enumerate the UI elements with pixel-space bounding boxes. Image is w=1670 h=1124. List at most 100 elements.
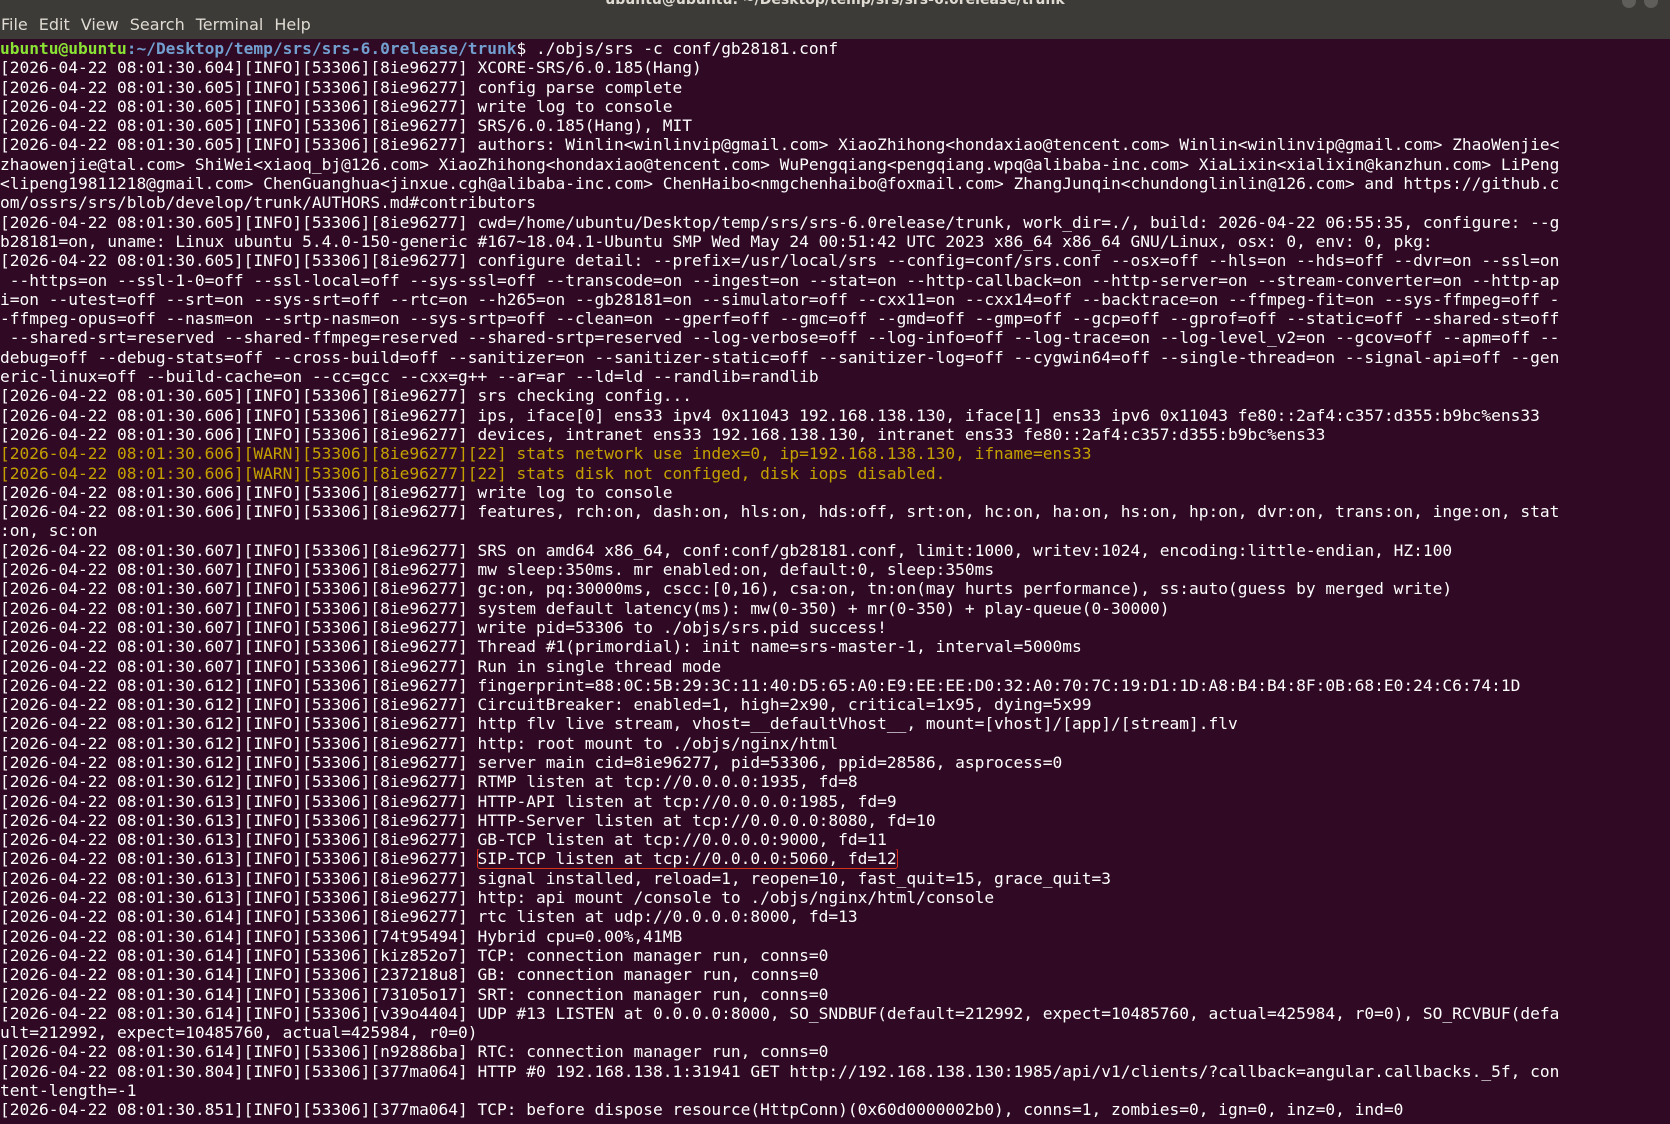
log-line: b28181=on, uname: Linux ubuntu 5.4.0-150…: [0, 232, 1670, 251]
log-line: [2026-04-22 08:01:30.804][INFO][53306][3…: [0, 1062, 1670, 1081]
log-line: --https=on --ssl-1-0=off --ssl-local=off…: [0, 271, 1670, 290]
log-line: [2026-04-22 08:01:30.614][INFO][53306][8…: [0, 907, 1670, 926]
window-titlebar[interactable]: ubuntu@ubuntu: ~/Desktop/temp/srs/srs-6.…: [0, 0, 1670, 10]
log-line-text: [2026-04-22 08:01:30.607][INFO][53306][8…: [0, 656, 722, 676]
log-line-text: [2026-04-22 08:01:30.605][INFO][53306][8…: [0, 135, 1560, 155]
log-line: [2026-04-22 08:01:30.606][INFO][53306][8…: [0, 425, 1670, 444]
log-line-text: om/ossrs/srs/blob/develop/trunk/AUTHORS.…: [0, 193, 537, 213]
command-prompt-line: ubuntu@ubuntu:~/Desktop/temp/srs/srs-6.0…: [0, 39, 1670, 58]
log-line-text: [2026-04-22 08:01:30.607][INFO][53306][8…: [0, 540, 1453, 560]
log-line: [2026-04-22 08:01:30.607][INFO][53306][8…: [0, 579, 1670, 598]
log-line: tent-length=-1: [0, 1081, 1670, 1100]
log-line: [2026-04-22 08:01:30.612][INFO][53306][8…: [0, 753, 1670, 772]
log-line-text: [2026-04-22 08:01:30.614][INFO][53306][7…: [0, 926, 683, 946]
log-line-text: tent-length=-1: [0, 1081, 137, 1101]
menubar: File Edit View Search Terminal Help: [0, 10, 1670, 39]
log-line-text: debug=off --debug-stats=off --cross-buil…: [0, 347, 1560, 367]
menu-edit[interactable]: Edit: [37, 15, 79, 34]
log-line: [2026-04-22 08:01:30.613][INFO][53306][8…: [0, 869, 1670, 888]
log-line: [2026-04-22 08:01:30.614][INFO][53306][2…: [0, 965, 1670, 984]
log-line: ult=212992, expect=10485760, actual=4259…: [0, 1023, 1670, 1042]
log-line-warn: [2026-04-22 08:01:30.606][WARN][53306][8…: [0, 464, 1670, 483]
log-line: [2026-04-22 08:01:30.604][INFO][53306][8…: [0, 58, 1670, 77]
window-title: ubuntu@ubuntu: ~/Desktop/temp/srs/srs-6.…: [605, 0, 1065, 8]
log-line-text: [2026-04-22 08:01:30.613][INFO][53306][8…: [0, 830, 887, 850]
log-line: [2026-04-22 08:01:30.612][INFO][53306][8…: [0, 676, 1670, 695]
log-line-text: [2026-04-22 08:01:30.605][INFO][53306][8…: [0, 77, 683, 97]
log-line: zhaowenjie@tal.com> ShiWei<xiaoq_bj@126.…: [0, 155, 1670, 174]
log-line: --shared-srt=reserved --shared-ffmpeg=re…: [0, 328, 1670, 347]
prompt-user: ubuntu@ubuntu: [0, 39, 127, 58]
log-line-text: [2026-04-22 08:01:30.614][INFO][53306][7…: [0, 984, 829, 1004]
log-line: [2026-04-22 08:01:30.606][INFO][53306][8…: [0, 502, 1670, 521]
log-line: [2026-04-22 08:01:30.607][INFO][53306][8…: [0, 599, 1670, 618]
log-line: [2026-04-22 08:01:30.607][INFO][53306][8…: [0, 657, 1670, 676]
log-line-text: zhaowenjie@tal.com> ShiWei<xiaoq_bj@126.…: [0, 154, 1560, 174]
log-line: [2026-04-22 08:01:30.607][INFO][53306][8…: [0, 618, 1670, 637]
log-line-text: [2026-04-22 08:01:30.613][INFO][53306][8…: [0, 810, 936, 830]
log-line-text: b28181=on, uname: Linux ubuntu 5.4.0-150…: [0, 231, 1433, 251]
log-line: [2026-04-22 08:01:30.614][INFO][53306][7…: [0, 985, 1670, 1004]
prompt-path: :~/Desktop/temp/srs/srs-6.0release/trunk: [126, 39, 517, 58]
log-line: [2026-04-22 08:01:30.605][INFO][53306][8…: [0, 78, 1670, 97]
log-line-text: [2026-04-22 08:01:30.606][WARN][53306][8…: [0, 463, 946, 483]
log-line-text: [2026-04-22 08:01:30.613][INFO][53306][8…: [0, 888, 995, 908]
log-line-text: [2026-04-22 08:01:30.606][INFO][53306][8…: [0, 502, 1560, 522]
log-line: [2026-04-22 08:01:30.606][INFO][53306][8…: [0, 483, 1670, 502]
log-line-text: [2026-04-22 08:01:30.612][INFO][53306][8…: [0, 714, 1238, 734]
log-line: [2026-04-22 08:01:30.614][INFO][53306][k…: [0, 946, 1670, 965]
log-line: [2026-04-22 08:01:30.613][INFO][53306][8…: [0, 888, 1670, 907]
log-line: [2026-04-22 08:01:30.605][INFO][53306][8…: [0, 116, 1670, 135]
log-line: [2026-04-22 08:01:30.614][INFO][53306][n…: [0, 1042, 1670, 1061]
log-line-text: [2026-04-22 08:01:30.614][INFO][53306][8…: [0, 907, 858, 927]
log-line: [2026-04-22 08:01:30.605][INFO][53306][8…: [0, 135, 1670, 154]
log-line-text: [2026-04-22 08:01:30.612][INFO][53306][8…: [0, 675, 1521, 695]
log-line-text: [2026-04-22 08:01:30.613][INFO][53306][8…: [0, 868, 1112, 888]
log-line-text: [2026-04-22 08:01:30.612][INFO][53306][8…: [0, 695, 1092, 715]
log-line-text: <lipeng19811218@gmail.com> ChenGuanghua<…: [0, 174, 1560, 194]
log-line: [2026-04-22 08:01:30.607][INFO][53306][8…: [0, 541, 1670, 560]
log-line: [2026-04-22 08:01:30.605][INFO][53306][8…: [0, 251, 1670, 270]
log-lines: [2026-04-22 08:01:30.604][INFO][53306][8…: [0, 58, 1670, 1119]
terminal-output[interactable]: ubuntu@ubuntu:~/Desktop/temp/srs/srs-6.0…: [0, 39, 1670, 1124]
log-line-text: [2026-04-22 08:01:30.612][INFO][53306][8…: [0, 752, 1063, 772]
log-line-text: eric-linux=off --build-cache=on --cc=gcc…: [0, 367, 819, 387]
log-line: i=on --utest=off --srt=on --sys-srt=off …: [0, 290, 1670, 309]
log-line-warn: [2026-04-22 08:01:30.606][WARN][53306][8…: [0, 444, 1670, 463]
log-line-text: :on, sc:on: [0, 521, 98, 541]
log-line-text: [2026-04-22 08:01:30.614][INFO][53306][2…: [0, 965, 819, 985]
menu-file[interactable]: File: [0, 15, 37, 34]
log-line: [2026-04-22 08:01:30.613][INFO][53306][8…: [0, 792, 1670, 811]
log-line-text: [2026-04-22 08:01:30.612][INFO][53306][8…: [0, 733, 839, 753]
log-line: <lipeng19811218@gmail.com> ChenGuanghua<…: [0, 174, 1670, 193]
log-line-text: [2026-04-22 08:01:30.606][INFO][53306][8…: [0, 405, 1540, 425]
log-line-text: [2026-04-22 08:01:30.613][INFO][53306][8…: [0, 791, 897, 811]
menu-terminal[interactable]: Terminal: [194, 15, 273, 34]
log-line: [2026-04-22 08:01:30.606][INFO][53306][8…: [0, 406, 1670, 425]
log-line: [2026-04-22 08:01:30.614][INFO][53306][v…: [0, 1004, 1670, 1023]
log-line-text: i=on --utest=off --srt=on --sys-srt=off …: [0, 289, 1560, 309]
log-line-text: [2026-04-22 08:01:30.605][INFO][53306][8…: [0, 386, 692, 406]
log-line-text: [2026-04-22 08:01:30.612][INFO][53306][8…: [0, 772, 858, 792]
log-line: [2026-04-22 08:01:30.612][INFO][53306][8…: [0, 695, 1670, 714]
highlighted-sip-tcp-listen: SIP-TCP listen at tcp://0.0.0.0:5060, fd…: [476, 849, 898, 869]
log-line-text: [2026-04-22 08:01:30.605][INFO][53306][8…: [0, 116, 692, 136]
log-line: [2026-04-22 08:01:30.851][INFO][53306][3…: [0, 1100, 1670, 1119]
log-line-text: [2026-04-22 08:01:30.605][INFO][53306][8…: [0, 96, 673, 116]
log-line: [2026-04-22 08:01:30.607][INFO][53306][8…: [0, 637, 1670, 656]
menu-help[interactable]: Help: [272, 15, 319, 34]
log-line-text: -ffmpeg-opus=off --nasm=on --srtp-nasm=o…: [0, 309, 1560, 329]
log-line: [2026-04-22 08:01:30.613][INFO][53306][8…: [0, 811, 1670, 830]
log-line-text: [2026-04-22 08:01:30.605][INFO][53306][8…: [0, 251, 1560, 271]
log-line: [2026-04-22 08:01:30.613][INFO][53306][8…: [0, 830, 1670, 849]
log-line: [2026-04-22 08:01:30.605][INFO][53306][8…: [0, 213, 1670, 232]
menu-view[interactable]: View: [79, 15, 128, 34]
log-line-text: [2026-04-22 08:01:30.607][INFO][53306][8…: [0, 637, 1082, 657]
log-line-text: [2026-04-22 08:01:30.607][INFO][53306][8…: [0, 617, 887, 637]
log-line-text: [2026-04-22 08:01:30.604][INFO][53306][8…: [0, 58, 702, 78]
log-line-text: [2026-04-22 08:01:30.614][INFO][53306][k…: [0, 945, 829, 965]
log-line-text: --https=on --ssl-1-0=off --ssl-local=off…: [0, 270, 1560, 290]
log-line: [2026-04-22 08:01:30.614][INFO][53306][7…: [0, 927, 1670, 946]
menu-search[interactable]: Search: [128, 15, 194, 34]
log-line: eric-linux=off --build-cache=on --cc=gcc…: [0, 367, 1670, 386]
